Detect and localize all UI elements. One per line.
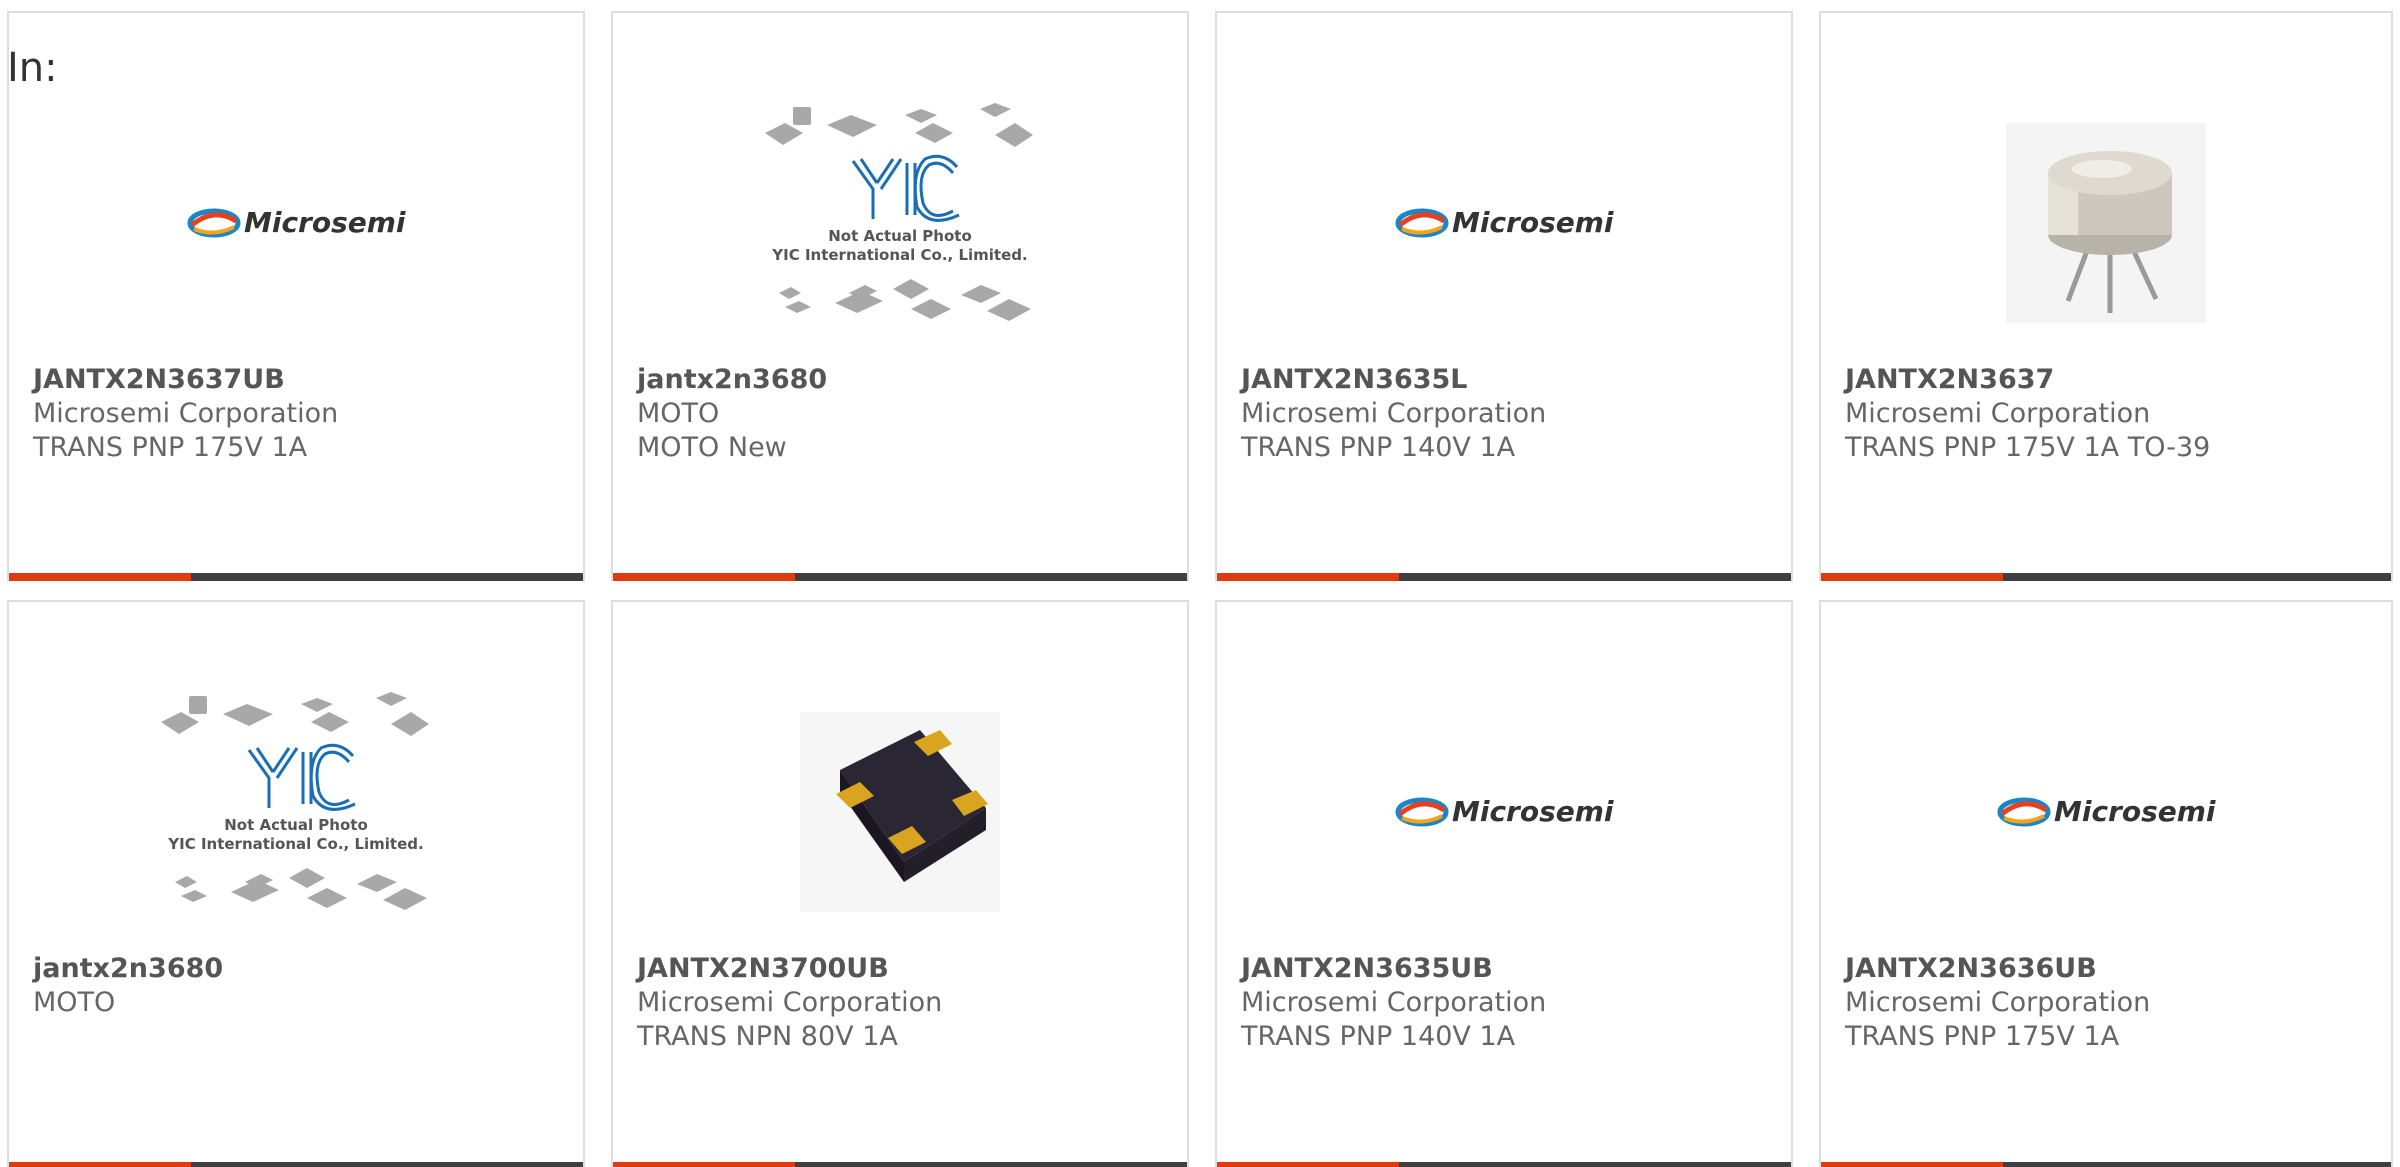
card-bar-accent bbox=[1217, 573, 1399, 581]
card-bottom-bar bbox=[1217, 1162, 1791, 1167]
card-bar-accent bbox=[1821, 573, 2003, 581]
product-card[interactable]: Microsemi JANTX2N3637UB Microsemi Corpor… bbox=[7, 11, 585, 581]
product-manufacturer: Microsemi Corporation bbox=[1241, 987, 1547, 1018]
card-bar-accent bbox=[1217, 1162, 1399, 1167]
to39-transistor-icon bbox=[2006, 123, 2206, 323]
card-bottom-bar bbox=[9, 1162, 583, 1167]
product-description: MOTO New bbox=[637, 432, 787, 463]
yic-caption-2: YIC International Co., Limited. bbox=[167, 835, 423, 853]
product-description: TRANS NPN 80V 1A bbox=[637, 1021, 898, 1052]
product-info: JANTX2N3635UB Microsemi Corporation TRAN… bbox=[1241, 952, 1775, 1054]
product-info: jantx2n3680 MOTO bbox=[33, 952, 567, 1020]
product-image[interactable]: Microsemi bbox=[1821, 682, 2391, 942]
yic-caption-1: Not Actual Photo bbox=[224, 816, 368, 834]
product-manufacturer: Microsemi Corporation bbox=[637, 987, 943, 1018]
microsemi-logo-icon: Microsemi bbox=[1997, 795, 2216, 828]
yic-caption-1: Not Actual Photo bbox=[828, 227, 972, 245]
product-name[interactable]: JANTX2N3637 bbox=[1845, 363, 2375, 397]
product-card[interactable]: Not Actual Photo YIC International Co., … bbox=[7, 600, 585, 1167]
product-name[interactable]: JANTX2N3635L bbox=[1241, 363, 1775, 397]
product-info: JANTX2N3637 Microsemi Corporation TRANS … bbox=[1845, 363, 2375, 465]
card-bar-accent bbox=[9, 1162, 191, 1167]
product-card[interactable]: Microsemi JANTX2N3635L Microsemi Corpora… bbox=[1215, 11, 1793, 581]
product-image[interactable] bbox=[1821, 93, 2391, 353]
product-image[interactable]: Microsemi bbox=[1217, 93, 1791, 353]
yic-caption-2: YIC International Co., Limited. bbox=[771, 246, 1027, 264]
card-bar-accent bbox=[1821, 1162, 2003, 1167]
product-card[interactable]: Microsemi JANTX2N3636UB Microsemi Corpor… bbox=[1819, 600, 2393, 1167]
microsemi-logo-text: Microsemi bbox=[1452, 795, 1614, 828]
product-description: TRANS PNP 175V 1A bbox=[1845, 1021, 2120, 1052]
card-bottom-bar bbox=[1821, 1162, 2391, 1167]
product-card[interactable]: Not Actual Photo YIC International Co., … bbox=[611, 11, 1189, 581]
card-bottom-bar bbox=[613, 1162, 1187, 1167]
product-card[interactable]: JANTX2N3637 Microsemi Corporation TRANS … bbox=[1819, 11, 2393, 581]
product-description: TRANS PNP 175V 1A bbox=[33, 432, 308, 463]
product-manufacturer: Microsemi Corporation bbox=[1241, 398, 1547, 429]
product-description: TRANS PNP 140V 1A bbox=[1241, 432, 1516, 463]
product-image[interactable]: Not Actual Photo YIC International Co., … bbox=[613, 93, 1187, 353]
product-name[interactable]: JANTX2N3636UB bbox=[1845, 952, 2375, 986]
product-info: jantx2n3680 MOTO MOTO New bbox=[637, 363, 1171, 465]
microsemi-logo-icon: Microsemi bbox=[187, 206, 406, 239]
product-info: JANTX2N3636UB Microsemi Corporation TRAN… bbox=[1845, 952, 2375, 1054]
card-bottom-bar bbox=[613, 573, 1187, 581]
card-bottom-bar bbox=[9, 573, 583, 581]
product-grid-page: In: Microsemi JANTX2N3637UB Microsemi Co… bbox=[0, 0, 2400, 1167]
product-name[interactable]: JANTX2N3637UB bbox=[33, 363, 567, 397]
product-card[interactable]: JANTX2N3700UB Microsemi Corporation TRAN… bbox=[611, 600, 1189, 1167]
card-bar-accent bbox=[9, 573, 191, 581]
product-image[interactable]: Microsemi bbox=[1217, 682, 1791, 942]
product-manufacturer: MOTO bbox=[637, 398, 720, 429]
microsemi-logo-text: Microsemi bbox=[1452, 206, 1614, 239]
product-image[interactable] bbox=[613, 682, 1187, 942]
product-name[interactable]: jantx2n3680 bbox=[33, 952, 567, 986]
product-card[interactable]: Microsemi JANTX2N3635UB Microsemi Corpor… bbox=[1215, 600, 1793, 1167]
product-info: JANTX2N3635L Microsemi Corporation TRANS… bbox=[1241, 363, 1775, 465]
microsemi-logo-text: Microsemi bbox=[2054, 795, 2216, 828]
card-bar-accent bbox=[613, 573, 795, 581]
product-info: JANTX2N3637UB Microsemi Corporation TRAN… bbox=[33, 363, 567, 465]
smd-package-icon bbox=[800, 712, 1000, 912]
product-manufacturer: MOTO bbox=[33, 987, 116, 1018]
card-bar-accent bbox=[613, 1162, 795, 1167]
product-manufacturer: Microsemi Corporation bbox=[33, 398, 339, 429]
product-manufacturer: Microsemi Corporation bbox=[1845, 987, 2151, 1018]
product-image[interactable]: Not Actual Photo YIC International Co., … bbox=[9, 682, 583, 942]
microsemi-logo-icon: Microsemi bbox=[1395, 206, 1614, 239]
filter-in-label: In: bbox=[7, 45, 58, 91]
product-info: JANTX2N3700UB Microsemi Corporation TRAN… bbox=[637, 952, 1171, 1054]
product-manufacturer: Microsemi Corporation bbox=[1845, 398, 2151, 429]
product-image[interactable]: Microsemi bbox=[9, 93, 583, 353]
card-bottom-bar bbox=[1217, 573, 1791, 581]
yic-placeholder-icon: Not Actual Photo YIC International Co., … bbox=[161, 692, 429, 910]
card-bottom-bar bbox=[1821, 573, 2391, 581]
product-description: TRANS PNP 140V 1A bbox=[1241, 1021, 1516, 1052]
product-description: TRANS PNP 175V 1A TO-39 bbox=[1845, 432, 2211, 463]
microsemi-logo-icon: Microsemi bbox=[1395, 795, 1614, 828]
product-name[interactable]: JANTX2N3700UB bbox=[637, 952, 1171, 986]
yic-placeholder-icon: Not Actual Photo YIC International Co., … bbox=[765, 103, 1033, 321]
product-name[interactable]: JANTX2N3635UB bbox=[1241, 952, 1775, 986]
product-name[interactable]: jantx2n3680 bbox=[637, 363, 1171, 397]
microsemi-logo-text: Microsemi bbox=[244, 206, 406, 239]
